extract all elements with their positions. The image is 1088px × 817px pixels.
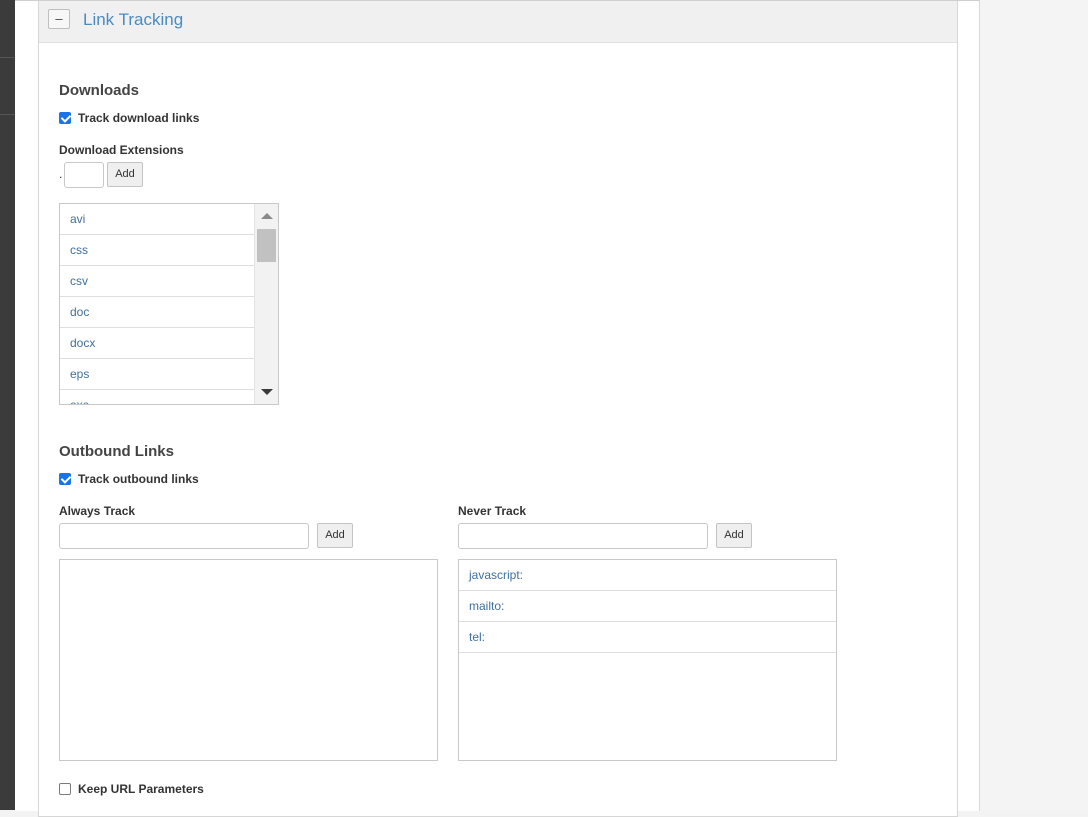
extension-list-item[interactable]: css <box>60 235 255 266</box>
never-track-item[interactable]: tel: <box>459 622 836 653</box>
right-gutter <box>980 0 1088 810</box>
keep-url-parameters-label[interactable]: Keep URL Parameters <box>78 782 204 796</box>
add-always-track-button[interactable]: Add <box>317 523 353 548</box>
extension-dot-prefix: . <box>59 167 63 181</box>
extensions-list: avi css csv doc docx eps exe <box>60 204 255 404</box>
extension-list-item[interactable]: eps <box>60 359 255 390</box>
always-track-listbox[interactable] <box>59 559 438 761</box>
collapse-button[interactable]: – <box>48 9 70 29</box>
settings-canvas: – Link Tracking Downloads Track download… <box>15 0 980 817</box>
track-downloads-row: Track download links <box>59 111 199 125</box>
always-track-label: Always Track <box>59 504 136 518</box>
outbound-section-title: Outbound Links <box>59 443 174 460</box>
track-outbound-label[interactable]: Track outbound links <box>78 472 199 486</box>
extension-list-item[interactable]: docx <box>60 328 255 359</box>
track-outbound-row: Track outbound links <box>59 472 199 486</box>
panel-header: – Link Tracking <box>39 1 957 43</box>
never-track-label: Never Track <box>458 504 527 518</box>
add-extension-button[interactable]: Add <box>107 162 143 187</box>
downloads-section-title: Downloads <box>59 82 140 99</box>
extensions-listbox[interactable]: avi css csv doc docx eps exe <box>59 203 279 405</box>
extension-input[interactable] <box>64 162 104 188</box>
never-track-item[interactable]: javascript: <box>459 560 836 591</box>
keep-params-row: Keep URL Parameters <box>59 782 204 796</box>
never-track-listbox[interactable]: javascript: mailto: tel: <box>458 559 837 761</box>
scroll-up-arrow-icon[interactable] <box>261 213 273 219</box>
sidebar-divider <box>0 114 15 115</box>
extension-list-item[interactable]: exe <box>60 390 255 404</box>
extension-list-item[interactable]: avi <box>60 204 255 235</box>
track-outbound-checkbox[interactable] <box>59 473 71 485</box>
download-extensions-label: Download Extensions <box>59 143 184 157</box>
scroll-down-arrow-icon[interactable] <box>261 389 273 395</box>
extension-list-item[interactable]: csv <box>60 266 255 297</box>
extension-list-item[interactable]: doc <box>60 297 255 328</box>
scroll-thumb[interactable] <box>257 229 276 262</box>
track-downloads-label[interactable]: Track download links <box>78 111 199 125</box>
panel-title[interactable]: Link Tracking <box>83 10 183 30</box>
add-never-track-button[interactable]: Add <box>716 523 752 548</box>
keep-url-parameters-checkbox[interactable] <box>59 783 71 795</box>
extensions-scrollbar[interactable] <box>254 204 278 404</box>
always-track-input[interactable] <box>59 523 309 549</box>
sidebar-divider <box>0 57 15 58</box>
never-track-input[interactable] <box>458 523 708 549</box>
track-downloads-checkbox[interactable] <box>59 112 71 124</box>
link-tracking-panel: – Link Tracking Downloads Track download… <box>38 1 958 817</box>
left-sidebar-edge <box>0 0 15 810</box>
never-track-list: javascript: mailto: tel: <box>459 560 836 653</box>
never-track-item[interactable]: mailto: <box>459 591 836 622</box>
